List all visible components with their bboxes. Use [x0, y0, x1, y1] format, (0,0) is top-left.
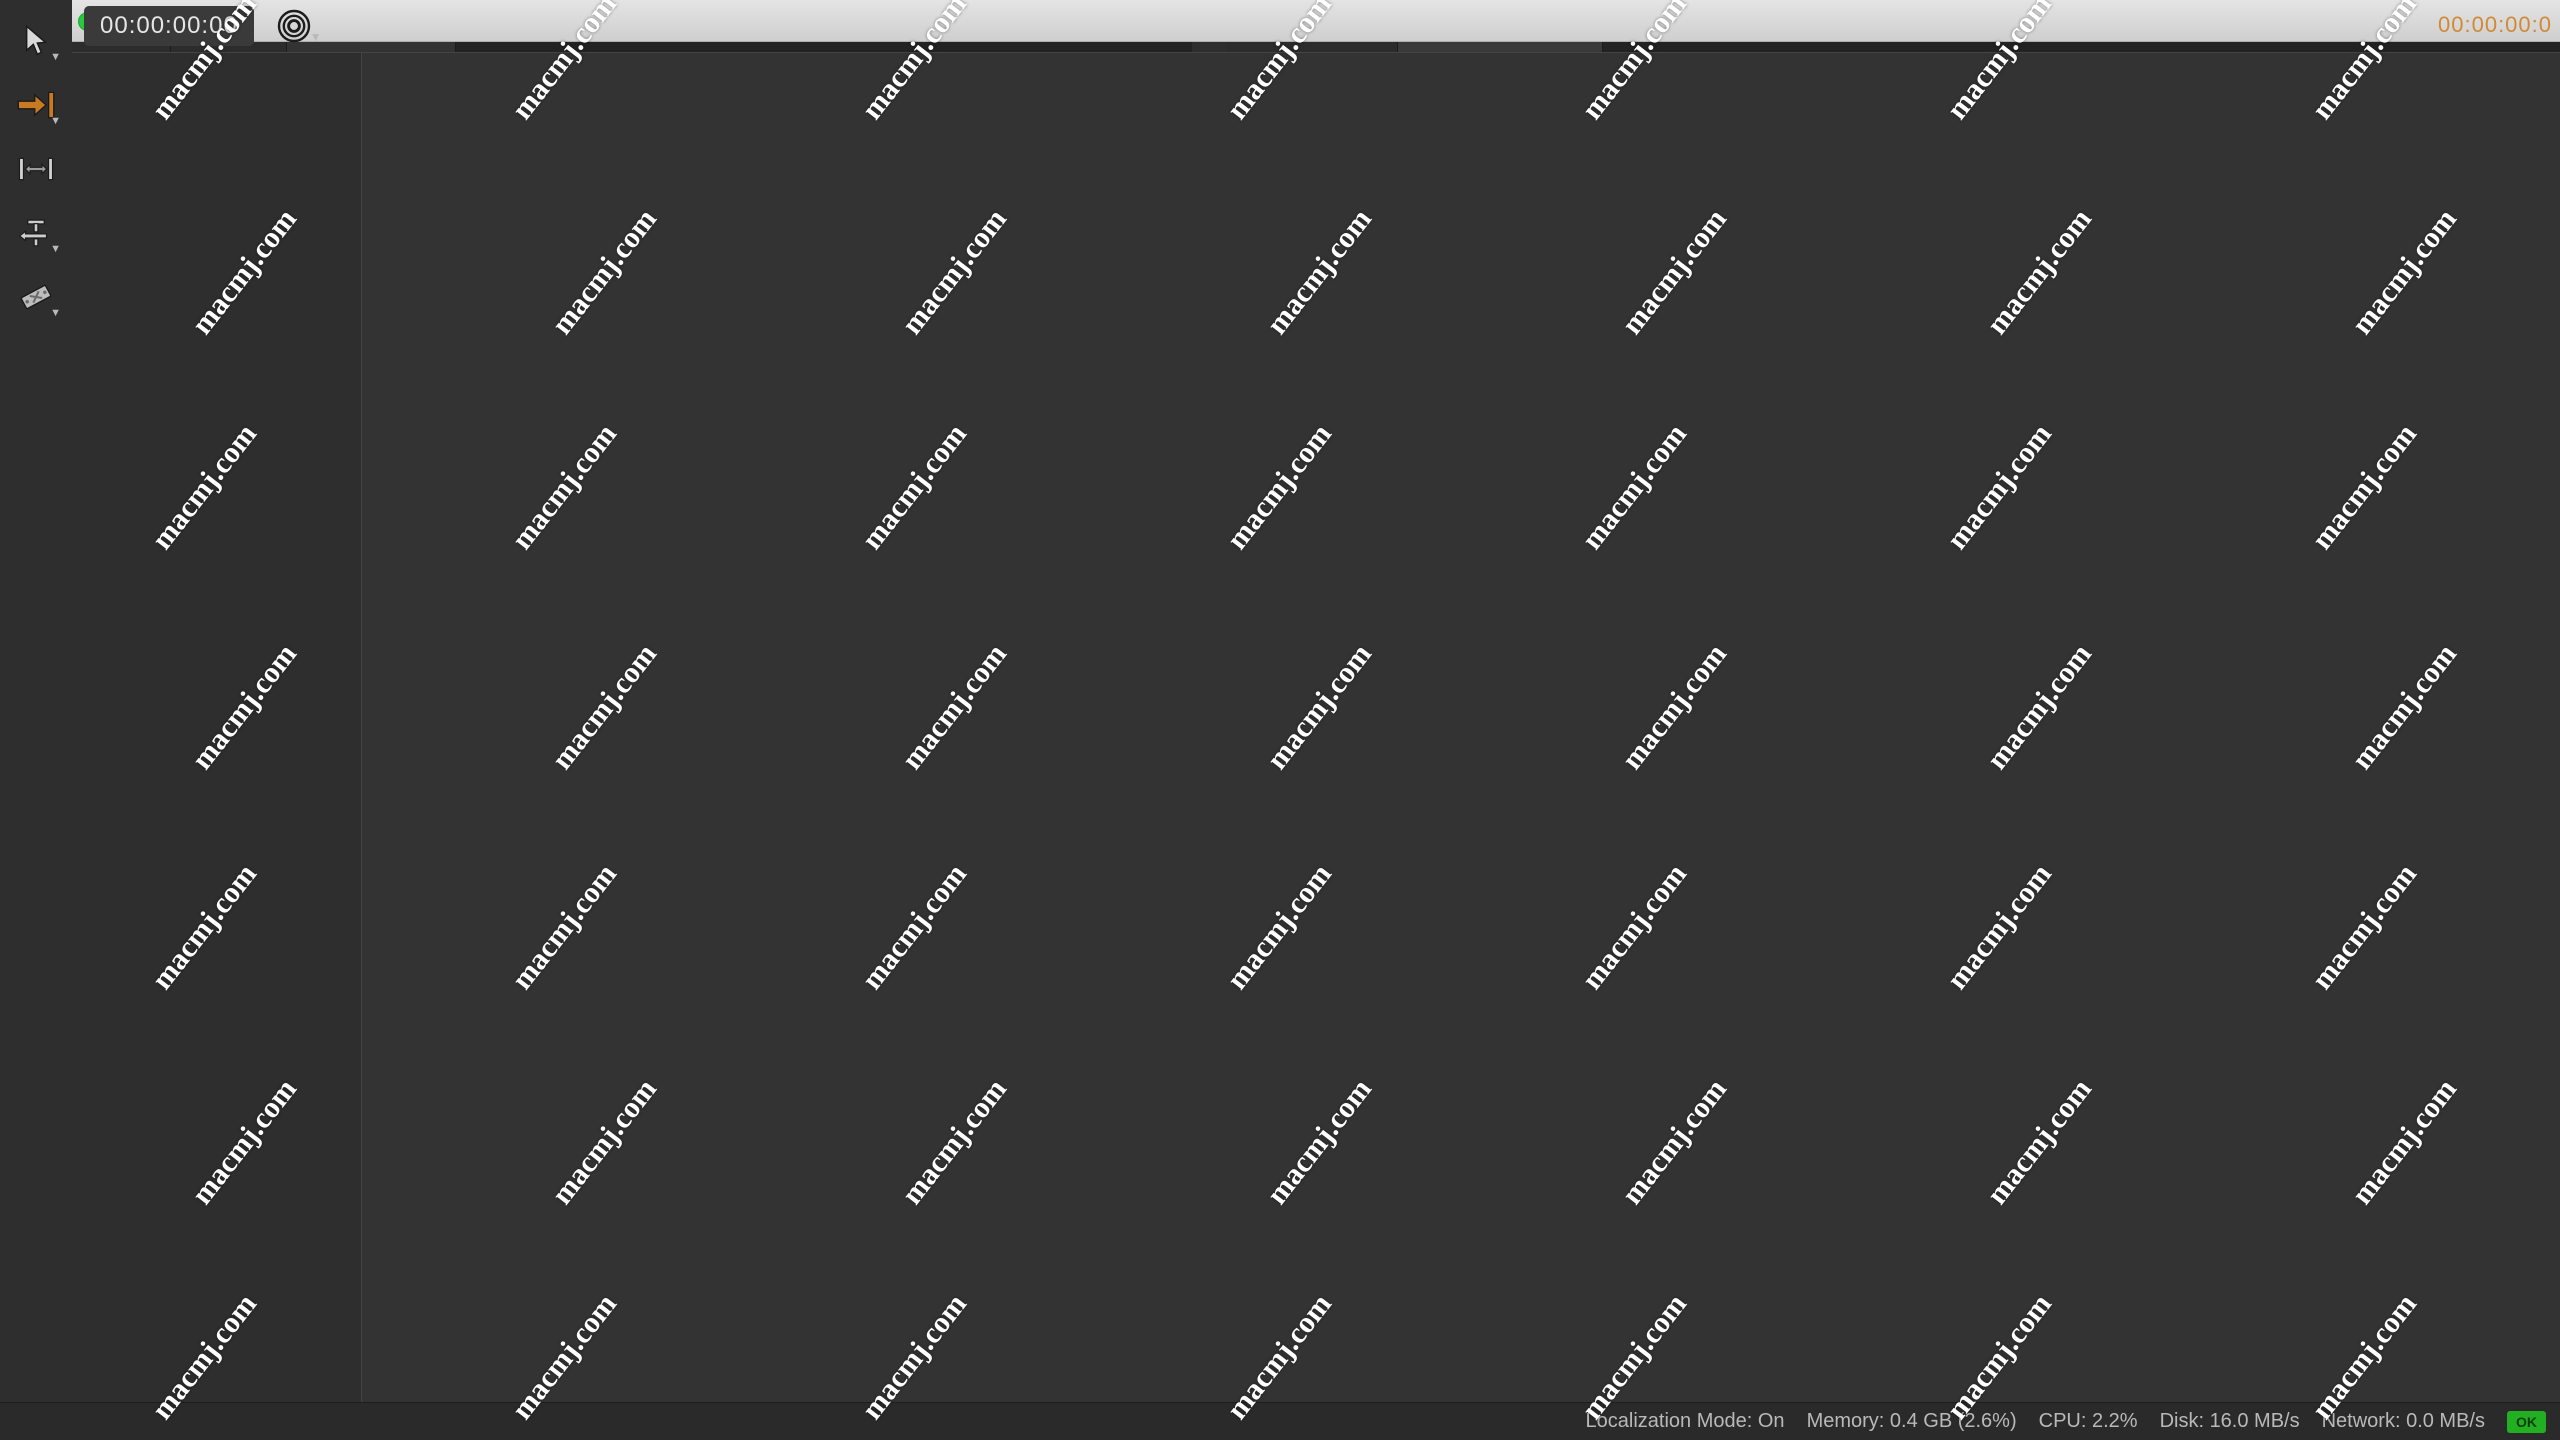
roll-edit-icon[interactable] — [13, 148, 59, 190]
slip-slide-icon[interactable]: ▼ — [13, 212, 61, 255]
chevron-down-icon[interactable]: ▼ — [50, 115, 61, 127]
track-header-column[interactable] — [72, 53, 362, 1440]
application-window: Project ✖ Tags ✖ Properties ✖ 10 — [0, 0, 2560, 1440]
timecode-right: 00:00:00:0 — [2438, 12, 2552, 37]
snap-icon[interactable]: ▼ — [276, 8, 322, 44]
disk-status: Disk: 16.0 MB/s — [2159, 1410, 2300, 1432]
timeline-panel: ▼ ▼ ▼ ▼ 00:00:00:00 ▼ 00:00:00:0 — [0, 0, 2560, 1440]
move-trim-icon[interactable]: ▼ — [13, 84, 61, 127]
timeline-header: 00:00:00:00 ▼ 00:00:00:0 — [72, 0, 2560, 52]
chevron-down-icon[interactable]: ▼ — [50, 307, 61, 319]
localization-mode-status: Localization Mode: On — [1585, 1410, 1785, 1432]
status-badge[interactable]: OK — [2507, 1410, 2546, 1433]
timeline-tracks-area[interactable] — [72, 52, 2560, 1440]
chevron-down-icon[interactable]: ▼ — [310, 30, 322, 44]
status-bar: Localization Mode: On Memory: 0.4 GB (2.… — [0, 1402, 2560, 1440]
timeline-grid[interactable] — [362, 53, 2560, 1440]
timecode-display[interactable]: 00:00:00:00 — [84, 6, 254, 46]
chevron-down-icon[interactable]: ▼ — [50, 51, 61, 63]
memory-status: Memory: 0.4 GB (2.6%) — [1806, 1410, 2017, 1432]
timeline-toolbar: ▼ ▼ ▼ ▼ — [0, 0, 72, 1440]
network-status: Network: 0.0 MB/s — [2321, 1410, 2485, 1432]
cpu-status: CPU: 2.2% — [2038, 1410, 2138, 1432]
chevron-down-icon[interactable]: ▼ — [50, 243, 61, 255]
select-arrow-icon[interactable]: ▼ — [13, 20, 61, 63]
razor-blade-icon[interactable]: ▼ — [13, 276, 61, 319]
